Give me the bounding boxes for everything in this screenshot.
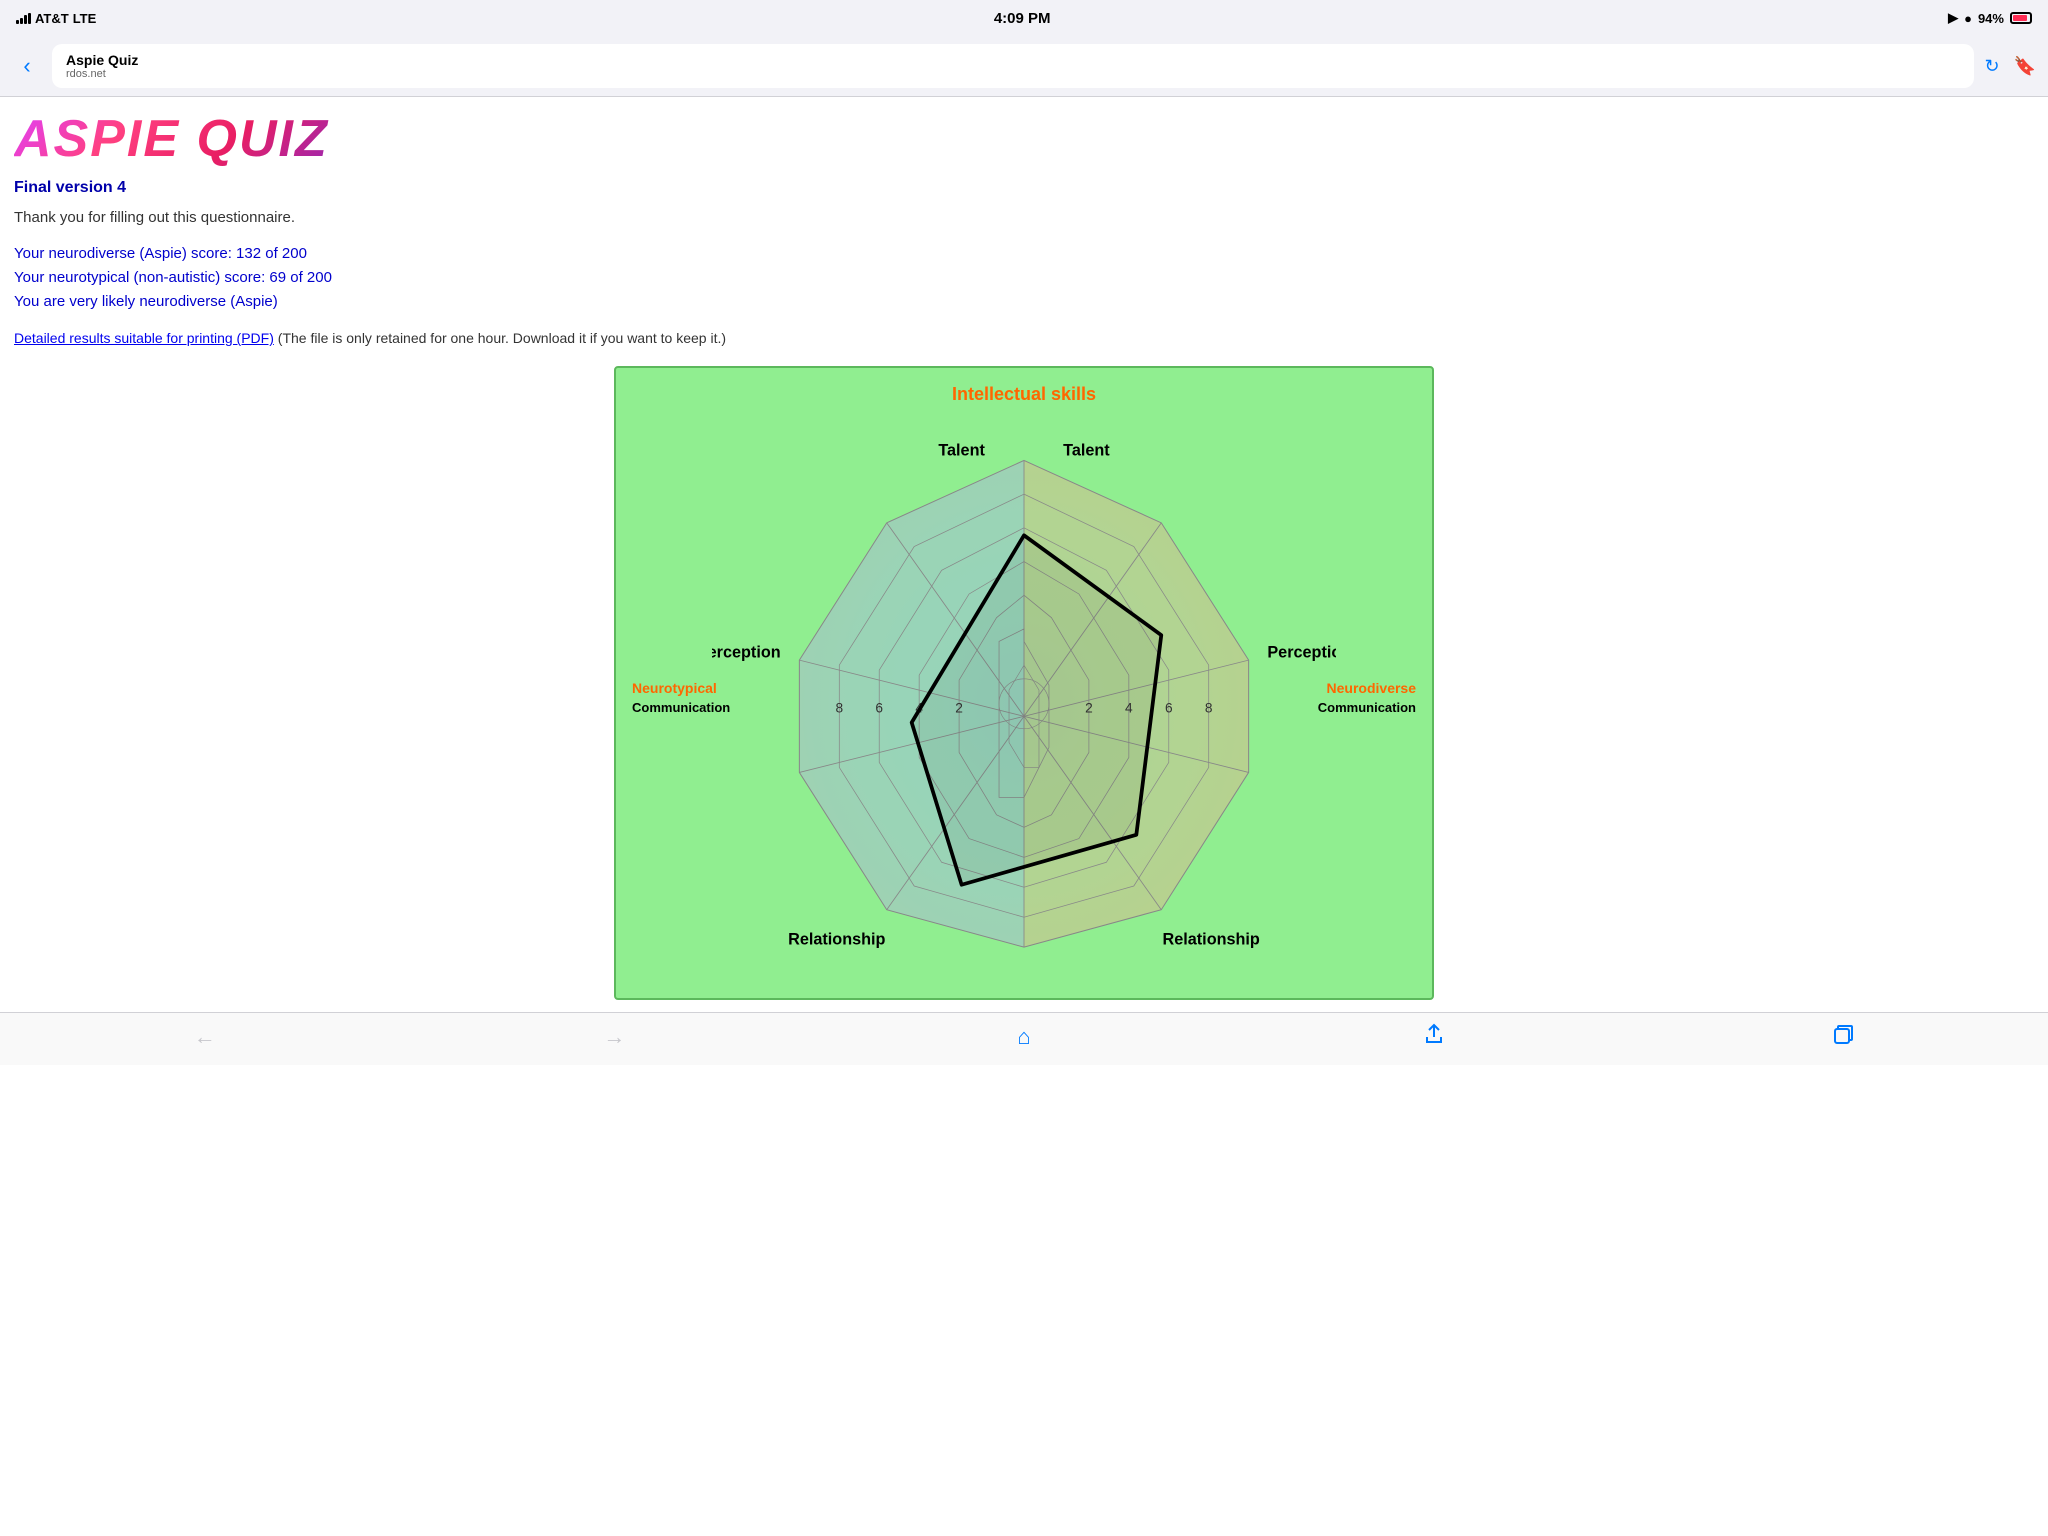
- forward-arrow-icon: →: [603, 1024, 625, 1050]
- page-content: ASPIE QUIZ Final version 4 Thank you for…: [0, 97, 2048, 1012]
- site-url: rdos.net: [66, 68, 1960, 80]
- nav-back-button[interactable]: ←: [183, 1024, 227, 1050]
- scores-section: Your neurodiverse (Aspie) score: 132 of …: [14, 242, 2034, 314]
- talent-top-right-label: Talent: [1063, 441, 1110, 459]
- address-bar[interactable]: Aspie Quiz rdos.net: [52, 44, 1974, 88]
- relationship-left-label: Relationship: [788, 931, 885, 949]
- browser-back-button[interactable]: ‹: [12, 53, 42, 79]
- relationship-right-label: Relationship: [1163, 931, 1260, 949]
- location-icon: ▶: [1948, 10, 1958, 26]
- svg-text:8: 8: [1205, 701, 1213, 716]
- battery-icon: [2010, 12, 2032, 24]
- pdf-link[interactable]: Detailed results suitable for printing (…: [14, 330, 274, 346]
- chart-title: Intellectual skills: [632, 384, 1416, 405]
- talent-top-left-label: Talent: [938, 441, 985, 459]
- share-icon: [1423, 1023, 1445, 1051]
- back-arrow-icon: ←: [194, 1024, 216, 1050]
- bottom-navigation: ← → ⌂: [0, 1012, 2048, 1065]
- lock-icon: ●: [1964, 11, 1972, 26]
- status-right: ▶ ● 94%: [1948, 10, 2032, 26]
- status-time: 4:09 PM: [994, 10, 1051, 27]
- pdf-section: Detailed results suitable for printing (…: [14, 330, 2034, 346]
- browser-icons: ↻ 🔖: [1984, 56, 2036, 77]
- neurotypical-label: Neurotypical: [632, 680, 717, 696]
- tabs-icon: [1832, 1024, 1854, 1051]
- logo-area: ASPIE QUIZ: [14, 109, 2034, 169]
- carrier-label: AT&T: [35, 11, 69, 26]
- communication-right-label: Communication: [1318, 700, 1416, 715]
- chart-container: Intellectual skills Neurotypical Communi…: [614, 366, 1434, 1000]
- nav-tabs-button[interactable]: [1821, 1024, 1865, 1051]
- neurodiverse-score: Your neurodiverse (Aspie) score: 132 of …: [14, 242, 2034, 266]
- pdf-note: (The file is only retained for one hour.…: [278, 330, 726, 346]
- svg-text:6: 6: [875, 701, 883, 716]
- aspie-quiz-logo: ASPIE QUIZ: [14, 109, 329, 169]
- neurodiverse-label: Neurodiverse: [1327, 680, 1416, 696]
- battery-label: 94%: [1978, 11, 2004, 26]
- radar-chart: 8 6 4 2 2 4 6 8 Talent Talent Perception…: [712, 423, 1336, 972]
- status-bar: AT&T LTE 4:09 PM ▶ ● 94%: [0, 0, 2048, 36]
- neurotypical-score: Your neurotypical (non-autistic) score: …: [14, 266, 2034, 290]
- svg-text:6: 6: [1165, 701, 1173, 716]
- bookmark-button[interactable]: 🔖: [2014, 56, 2036, 77]
- network-type: LTE: [73, 11, 97, 26]
- version-label: Final version 4: [14, 179, 2034, 197]
- signal-bars: [16, 13, 31, 24]
- nav-share-button[interactable]: [1412, 1023, 1456, 1051]
- site-title: Aspie Quiz: [66, 52, 1960, 68]
- browser-chrome: ‹ Aspie Quiz rdos.net ↻ 🔖: [0, 36, 2048, 97]
- nav-forward-button[interactable]: →: [592, 1024, 636, 1050]
- verdict-text: You are very likely neurodiverse (Aspie): [14, 290, 2034, 314]
- svg-text:8: 8: [835, 701, 843, 716]
- thank-you-text: Thank you for filling out this questionn…: [14, 209, 2034, 226]
- status-left: AT&T LTE: [16, 11, 96, 26]
- home-icon: ⌂: [1017, 1024, 1030, 1050]
- nav-home-button[interactable]: ⌂: [1002, 1024, 1046, 1050]
- reload-button[interactable]: ↻: [1984, 56, 1999, 77]
- communication-left-label: Communication: [632, 700, 730, 715]
